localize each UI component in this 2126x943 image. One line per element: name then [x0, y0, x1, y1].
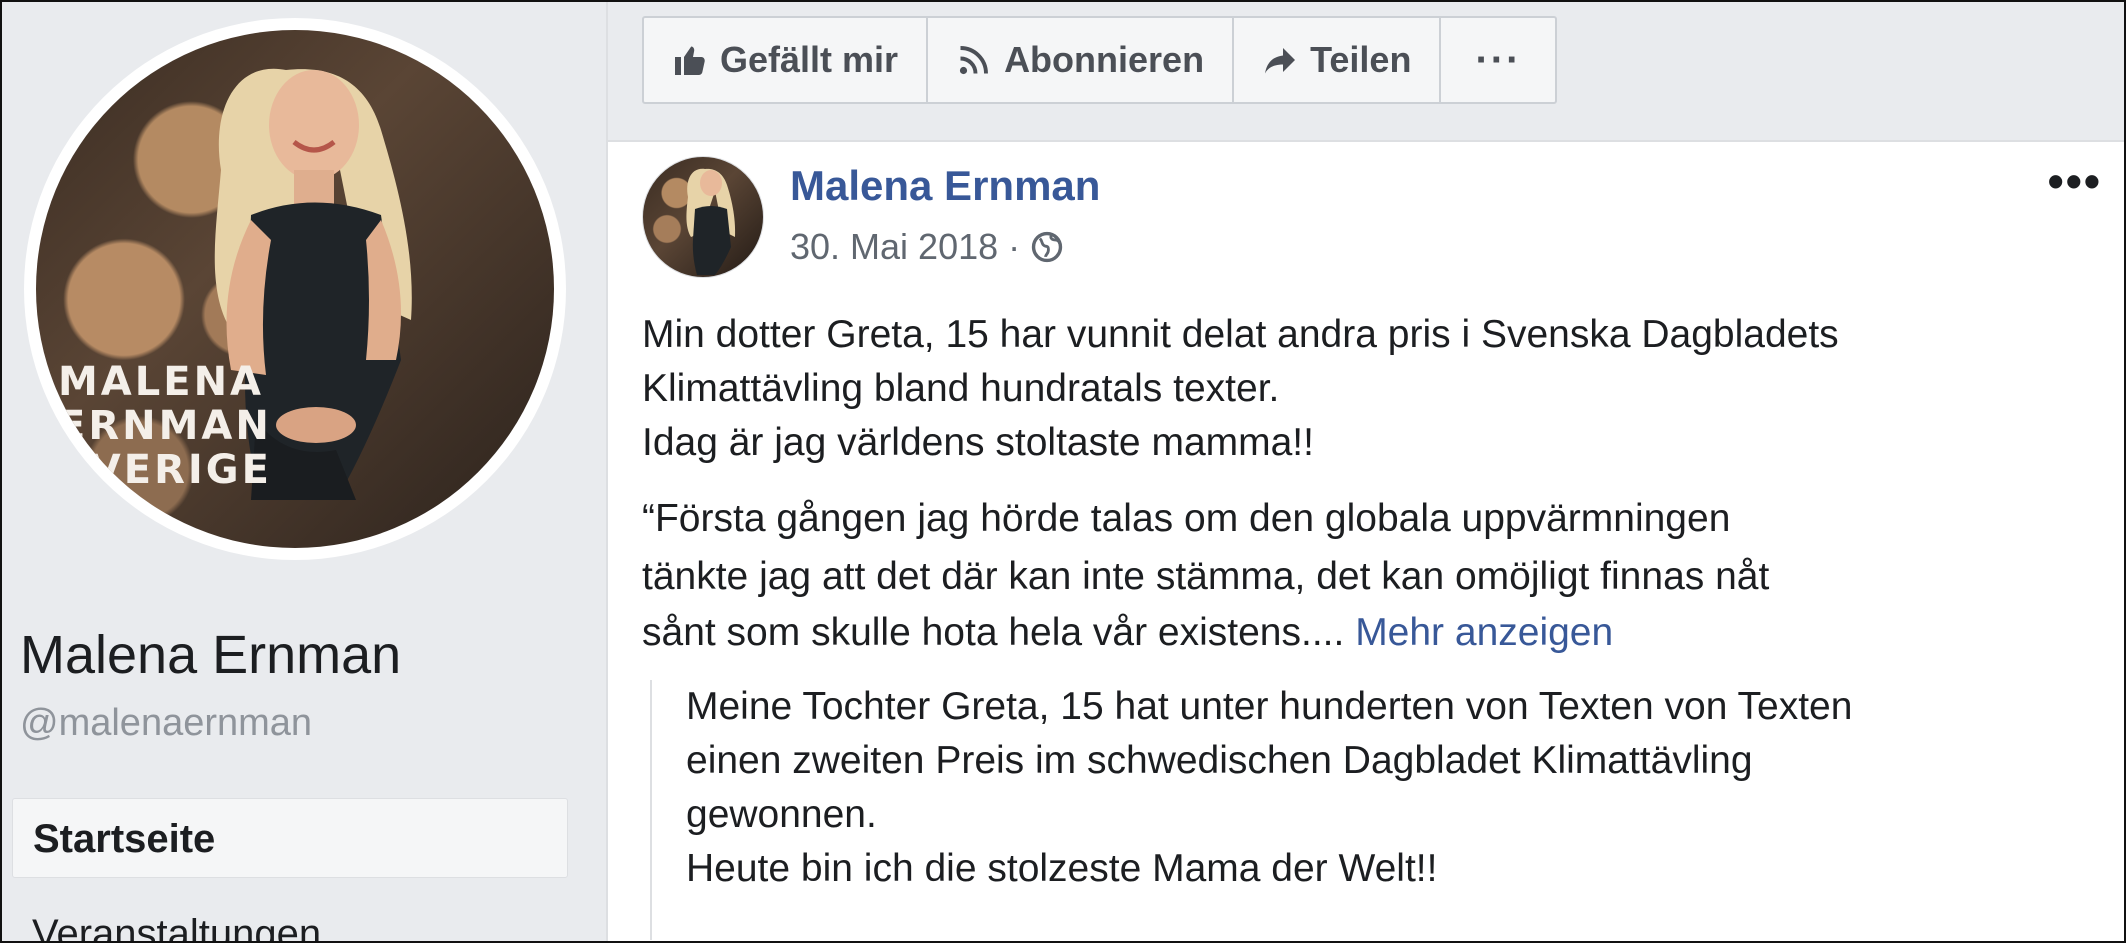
see-more-link[interactable]: Mehr anzeigen	[1355, 611, 1613, 654]
post-text-line: Idag är jag världens stoltaste mamma!!	[642, 421, 1314, 464]
post-options-button[interactable]: •••	[2048, 154, 2102, 208]
translation-line: gewonnen.	[686, 793, 877, 836]
globe-icon	[1031, 231, 1063, 263]
post-quote-text: sånt som skulle hota hela vår existens..…	[642, 611, 1345, 654]
sidebar-item-home[interactable]: Startseite	[12, 798, 568, 878]
post-meta: 30. Mai 2018 ·	[790, 226, 1064, 268]
meta-separator: ·	[1008, 226, 1021, 267]
post-date[interactable]: 30. Mai 2018	[790, 226, 998, 268]
rss-icon	[959, 46, 989, 75]
like-button[interactable]: Gefällt mir	[644, 18, 929, 102]
profile-picture-text: MALENA ERNMAN SVERIGE	[58, 359, 272, 493]
page-actions: Gefällt mir Abonnieren Teilen ···	[642, 16, 1558, 104]
profile-picture[interactable]: MALENA ERNMAN SVERIGE	[36, 30, 554, 548]
sidebar-item-label: Startseite	[33, 817, 216, 861]
translation-line: einen zweiten Preis im schwedischen Dagb…	[686, 739, 1753, 782]
translation-line: Heute bin ich die stolzeste Mama der Wel…	[686, 847, 1438, 890]
post-text-line: Klimattävling bland hundratals texter.	[642, 367, 1280, 410]
page-username[interactable]: @malenaernman	[20, 702, 312, 745]
screenshot-frame: MALENA ERNMAN SVERIGE Malena Ernman @mal…	[0, 0, 2126, 943]
subscribe-button[interactable]: Abonnieren	[928, 18, 1235, 102]
sidebar-item-events[interactable]: Veranstaltungen	[32, 912, 321, 941]
post-quote-last-line: sånt som skulle hota hela vår existens..…	[642, 610, 1613, 656]
thumbs-up-icon	[675, 46, 705, 75]
post-author-name[interactable]: Malena Ernman	[790, 162, 1100, 210]
page-sidebar: MALENA ERNMAN SVERIGE Malena Ernman @mal…	[2, 2, 606, 941]
share-button[interactable]: Teilen	[1234, 18, 1442, 102]
post-quote-line: tänkte jag att det där kan inte stämma, …	[642, 555, 1770, 598]
post-text-line: Min dotter Greta, 15 har vunnit delat an…	[642, 313, 1839, 356]
post-card: Malena Ernman 30. Mai 2018 · ••• Min dot…	[608, 140, 2124, 941]
translation-line: Meine Tochter Greta, 15 hat unter hunder…	[686, 685, 1853, 728]
translation-quote-bar	[650, 680, 652, 940]
share-label: Teilen	[1310, 39, 1412, 80]
page-title[interactable]: Malena Ernman	[20, 624, 401, 686]
post-quote-line: “Första gången jag hörde talas om den gl…	[642, 497, 1731, 540]
more-options-button[interactable]: ···	[1441, 18, 1555, 102]
post-author-avatar[interactable]	[642, 156, 764, 278]
subscribe-label: Abonnieren	[1004, 39, 1205, 80]
share-arrow-icon	[1265, 48, 1296, 74]
author-avatar-illustration	[686, 168, 736, 275]
like-label: Gefällt mir	[720, 39, 899, 80]
